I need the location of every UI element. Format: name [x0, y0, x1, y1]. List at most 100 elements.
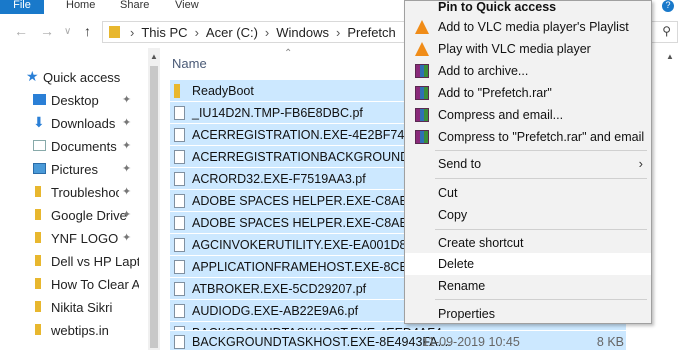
folder-icon — [109, 26, 120, 38]
menu-item-compress-and-email[interactable]: Compress and email... — [405, 104, 651, 126]
menu-item-label: Add to "Prefetch.rar" — [438, 86, 552, 100]
menu-item-create-shortcut[interactable]: Create shortcut — [405, 232, 651, 254]
sidebar-item-google-drive[interactable]: Google Drive ✦ — [0, 204, 148, 226]
sidebar-item-webtips[interactable]: webtips.in — [0, 319, 148, 341]
file-name: _IU14D2N.TMP-FB6E8DBC.pf — [192, 106, 363, 120]
sidebar-item-documents[interactable]: Documents ✦ — [0, 135, 148, 157]
back-arrow-icon[interactable]: ← — [14, 23, 28, 39]
menu-separator — [435, 229, 647, 230]
pin-icon[interactable]: ✦ — [122, 208, 131, 221]
pin-icon[interactable]: ✦ — [122, 116, 131, 129]
folder-icon — [35, 301, 41, 312]
sidebar-item-label: How To Clear All — [51, 277, 139, 292]
breadcrumb-prefetch[interactable]: Prefetch — [347, 25, 395, 40]
menu-item-add-to-prefetch-rar[interactable]: Add to "Prefetch.rar" — [405, 82, 651, 104]
sidebar-item-label: Google Drive — [51, 208, 127, 223]
menu-item-compress-to-prefetch-rar-and-email[interactable]: Compress to "Prefetch.rar" and email — [405, 126, 651, 148]
star-icon: ★ — [26, 68, 39, 84]
file-icon — [174, 216, 185, 230]
chevron-right-icon: › — [264, 25, 270, 40]
file-date: 11-09-2019 10:45 — [422, 335, 520, 349]
sidebar-item-ynf-logo[interactable]: YNF LOGO ✦ — [0, 227, 148, 249]
breadcrumb-acer-c[interactable]: Acer (C:) — [206, 25, 258, 40]
menu-item-label: Add to VLC media player's Playlist — [438, 20, 629, 34]
file-name: ATBROKER.EXE-5CD29207.pf — [192, 282, 367, 296]
sidebar-item-desktop[interactable]: Desktop ✦ — [0, 89, 148, 111]
sidebar-item-label: webtips.in — [51, 323, 109, 338]
tab-share[interactable]: Share — [120, 0, 149, 11]
sidebar-item-how-to-clear[interactable]: How To Clear All — [0, 273, 148, 295]
menu-item-play-with-vlc[interactable]: Play with VLC media player — [405, 38, 651, 60]
sidebar-item-quick-access[interactable]: ★ Quick access — [0, 66, 148, 88]
breadcrumb-this-pc[interactable]: This PC — [141, 25, 187, 40]
chevron-right-icon: › — [194, 25, 199, 40]
menu-item-add-to-archive[interactable]: Add to archive... — [405, 60, 651, 82]
sidebar-item-label: Troubleshoot — [51, 185, 119, 200]
file-tab[interactable]: File — [0, 0, 44, 14]
menu-item-add-to-vlc-playlist[interactable]: Add to VLC media player's Playlist — [405, 16, 651, 38]
menu-item-send-to[interactable]: Send to › — [405, 153, 651, 175]
scrollbar-thumb[interactable] — [150, 66, 158, 348]
context-menu: Pin to Quick access Add to VLC media pla… — [404, 0, 652, 324]
forward-arrow-icon[interactable]: → — [40, 23, 54, 39]
sidebar-item-label: Documents — [51, 139, 117, 154]
menu-item-rename[interactable]: Rename — [405, 275, 651, 297]
chevron-right-icon: › — [336, 25, 341, 40]
file-icon — [174, 128, 185, 142]
menu-item-properties[interactable]: Properties — [405, 303, 651, 325]
pin-icon[interactable]: ✦ — [122, 93, 131, 106]
menu-item-label: Play with VLC media player — [438, 42, 591, 56]
list-scrollbar[interactable]: ▲ — [662, 48, 678, 350]
desktop-icon — [33, 94, 46, 105]
scroll-up-icon[interactable]: ▲ — [666, 52, 674, 61]
pin-icon[interactable]: ✦ — [122, 139, 131, 152]
tab-view[interactable]: View — [175, 0, 199, 11]
menu-item-label: Add to archive... — [438, 64, 529, 78]
menu-item-label: Pin to Quick access — [438, 0, 557, 14]
menu-item-delete[interactable]: Delete — [405, 253, 651, 275]
menu-item-copy[interactable]: Copy — [405, 204, 651, 226]
sidebar-item-nikita-sikri[interactable]: Nikita Sikri — [0, 296, 148, 318]
sidebar-item-troubleshoot[interactable]: Troubleshoot ✦ — [0, 181, 148, 203]
chevron-right-icon: › — [130, 25, 135, 40]
column-header-name[interactable]: Name — [172, 56, 207, 71]
menu-item-label: Properties — [438, 307, 495, 321]
menu-item-cut[interactable]: Cut — [405, 182, 651, 204]
scroll-up-icon[interactable]: ▲ — [150, 52, 158, 61]
sidebar-item-dell-vs-hp[interactable]: Dell vs HP Lapto — [0, 250, 148, 272]
sidebar-item-pictures[interactable]: Pictures ✦ — [0, 158, 148, 180]
file-icon — [174, 194, 185, 208]
breadcrumb-windows[interactable]: Windows — [276, 25, 329, 40]
file-name: AGCINVOKERUTILITY.EXE-EA001D86.pf — [192, 238, 428, 252]
navigation-pane: ★ Quick access Desktop ✦ ⬇ Downloads ✦ D… — [0, 48, 148, 350]
pin-icon[interactable]: ✦ — [122, 185, 131, 198]
file-icon — [174, 304, 185, 318]
menu-item-label: Copy — [438, 208, 468, 222]
sidebar-item-downloads[interactable]: ⬇ Downloads ✦ — [0, 112, 148, 134]
documents-icon — [33, 140, 46, 151]
nav-scrollbar[interactable]: ▲ — [148, 48, 160, 350]
file-name: BACKGROUNDTASKHOST.EXE-8E4943FA.... — [192, 335, 452, 349]
vlc-icon — [415, 20, 429, 34]
list-header: ⌃ Name — [162, 48, 412, 76]
pin-icon[interactable]: ✦ — [122, 231, 131, 244]
help-icon[interactable]: ? — [662, 0, 674, 12]
sidebar-item-label: Downloads — [51, 116, 116, 131]
folder-icon — [174, 84, 180, 98]
winrar-icon — [415, 86, 429, 100]
sidebar-item-label: YNF LOGO — [51, 231, 119, 246]
file-row[interactable]: BACKGROUNDTASKHOST.EXE-8E4943FA.... 11-0… — [170, 330, 626, 350]
folder-icon — [35, 255, 41, 266]
file-name: ACERREGISTRATION.EXE-4E2BF74F.pf — [192, 128, 425, 142]
pin-icon[interactable]: ✦ — [122, 162, 131, 175]
tab-home[interactable]: Home — [66, 0, 95, 11]
up-arrow-icon[interactable]: ↑ — [84, 23, 91, 39]
recent-chevron-icon[interactable]: ∨ — [64, 26, 71, 37]
menu-item-label: Cut — [438, 186, 458, 200]
pictures-icon — [33, 163, 46, 174]
address-bar[interactable]: › This PC › Acer (C:) › Windows › Prefetch — [102, 21, 422, 43]
search-input[interactable]: ⚲ — [648, 21, 678, 43]
menu-separator — [435, 299, 647, 300]
file-size: 8 KB — [596, 335, 624, 349]
file-name: AUDIODG.EXE-AB22E9A6.pf — [192, 304, 359, 318]
